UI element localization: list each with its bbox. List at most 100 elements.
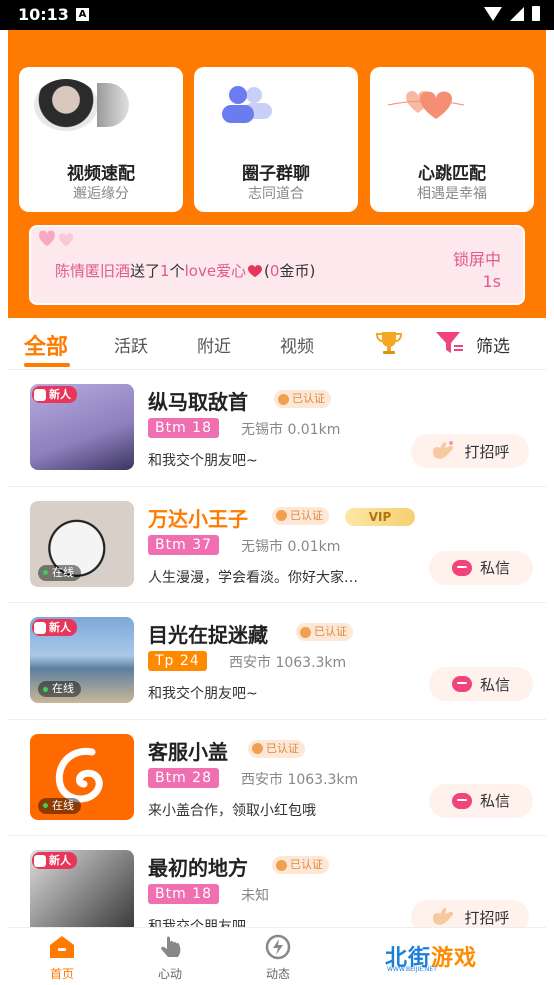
- card-title: 圈子群聊: [242, 164, 310, 184]
- card-subtitle: 相遇是幸福: [417, 186, 487, 202]
- list-item[interactable]: 在线 客服小盖 已认证 Btm 28 西安市 1063.3km 来小盖合作，领取…: [8, 719, 546, 836]
- card-subtitle: 志同道合: [248, 186, 304, 202]
- user-name: 客服小盖: [148, 739, 228, 764]
- nav-moments-label: 动态: [265, 967, 290, 981]
- love-gift-icon: [248, 265, 263, 277]
- trophy-icon[interactable]: [374, 330, 404, 356]
- nav-heart[interactable]: 心动: [140, 934, 200, 982]
- online-dot-icon: [43, 686, 48, 692]
- verified-icon: [300, 626, 311, 638]
- group-chat-card[interactable]: 圈子群聊 志同道合: [194, 67, 358, 212]
- signal-icon: [510, 6, 524, 21]
- verified-label: 已认证: [314, 625, 347, 638]
- message-icon: [451, 676, 472, 692]
- user-name: 纵马取敌首: [148, 390, 248, 414]
- hearts-icon: [387, 91, 465, 119]
- online-dot-icon: [43, 570, 48, 575]
- user-tag: Btm 18: [148, 418, 219, 438]
- user-location: 无锡市 0.01km: [241, 422, 341, 438]
- new-badge-label: 新人: [49, 854, 71, 867]
- system-icons: [484, 6, 540, 21]
- verified-badge: 已认证: [274, 390, 331, 408]
- user-photo: 在线: [30, 733, 134, 820]
- message-label: 私信: [479, 792, 510, 810]
- verified-badge: 已认证: [272, 856, 329, 874]
- verified-badge: 已认证: [272, 506, 329, 525]
- user-photo: 在线: [30, 500, 134, 587]
- verified-label: 已认证: [266, 741, 299, 755]
- user-bio: 来小盖合作，领取小红包哦: [148, 802, 316, 819]
- avatar: [34, 79, 98, 131]
- user-tag: Btm 28: [148, 767, 219, 788]
- gift-sender: 陈情匿旧酒: [55, 262, 131, 280]
- message-button[interactable]: 私信: [429, 783, 533, 818]
- user-location: 西安市 1063.3km: [241, 771, 359, 788]
- message-icon: [451, 792, 472, 809]
- tab-video[interactable]: 视频: [280, 332, 314, 357]
- message-label: 私信: [479, 559, 510, 577]
- lock-status: 锁屏中 1s: [453, 249, 501, 293]
- header-panel: 视频速配 邂逅缘分 圈子群聊 志同道合 心跳匹配 相遇是幸福 陈情匿旧酒送了1个…: [8, 30, 546, 318]
- watermark-logo: 北街游戏 WWW.BEIJIE.NET: [385, 936, 525, 976]
- people-icon: [222, 86, 272, 123]
- vip-badge: VIP: [345, 507, 415, 526]
- lock-countdown: 1s: [482, 272, 501, 291]
- filter-icon[interactable]: [434, 330, 464, 356]
- tab-all[interactable]: 全部: [24, 329, 68, 361]
- online-label: 在线: [52, 798, 74, 812]
- online-badge: 在线: [38, 797, 81, 814]
- online-badge: 在线: [38, 564, 81, 581]
- greet-button[interactable]: 打招呼: [411, 434, 529, 468]
- user-location: 西安市 1063.3km: [229, 655, 347, 671]
- new-badge-icon: [34, 854, 46, 867]
- greet-label: 打招呼: [464, 908, 510, 927]
- gift-sent-label: 送了: [130, 262, 161, 280]
- list-item[interactable]: 在线 万达小王子 已认证 VIP Btm 37 无锡市 0.01km 人生漫漫，…: [8, 486, 546, 603]
- wave-hand-icon: [433, 907, 454, 925]
- filter-label[interactable]: 筛选: [476, 332, 510, 357]
- user-name: 目光在捉迷藏: [148, 623, 268, 647]
- lightning-icon: [265, 934, 291, 960]
- online-label: 在线: [52, 565, 74, 579]
- user-location: 未知: [241, 888, 269, 904]
- new-badge: 新人: [32, 619, 77, 636]
- home-icon: [50, 936, 74, 958]
- gift-coin-label: 金币): [279, 262, 316, 280]
- user-bio: 和我交个朋友吧~: [148, 453, 258, 469]
- tab-active[interactable]: 活跃: [114, 332, 148, 357]
- lock-label: 锁屏中: [452, 250, 501, 269]
- status-time: 10:13: [18, 5, 69, 24]
- user-tag: Tp 24: [148, 651, 207, 671]
- gift-banner[interactable]: 陈情匿旧酒送了1个love爱心 (0金币) 锁屏中 1s: [29, 225, 525, 305]
- online-label: 在线: [52, 682, 74, 695]
- list-item[interactable]: 新人 在线 目光在捉迷藏 已认证 Tp 24 西安市 1063.3km 和我交个…: [8, 603, 546, 720]
- video-match-card[interactable]: 视频速配 邂逅缘分: [19, 67, 183, 212]
- hearts-decoration-icon: [39, 230, 73, 246]
- online-dot-icon: [43, 803, 48, 808]
- list-item[interactable]: 新人 纵马取敌首 已认证 Btm 18 无锡市 0.01km 和我交个朋友吧~ …: [8, 370, 546, 487]
- verified-icon: [252, 743, 263, 754]
- verified-icon: [278, 393, 289, 405]
- message-icon: [451, 559, 472, 576]
- notification-a-icon: A: [76, 8, 89, 21]
- nav-home[interactable]: 首页: [32, 934, 92, 982]
- user-bio: 和我交个朋友吧~: [148, 686, 258, 702]
- card-title: 心跳匹配: [418, 164, 486, 184]
- tab-nearby[interactable]: 附近: [197, 332, 231, 357]
- heartbeat-match-card[interactable]: 心跳匹配 相遇是幸福: [370, 67, 534, 212]
- user-bio: 人生漫漫，学会看淡。你好大家…: [148, 569, 358, 586]
- message-button[interactable]: 私信: [429, 667, 533, 701]
- message-label: 私信: [479, 675, 510, 694]
- new-badge: 新人: [32, 386, 77, 403]
- user-photo: 新人: [30, 384, 134, 470]
- verified-badge: 已认证: [248, 739, 305, 758]
- new-badge-label: 新人: [49, 621, 71, 634]
- verified-badge: 已认证: [296, 623, 353, 641]
- online-badge: 在线: [38, 681, 81, 697]
- user-name: 万达小王子: [148, 506, 248, 531]
- new-badge-label: 新人: [49, 388, 71, 401]
- avatar: [97, 83, 129, 127]
- message-button[interactable]: 私信: [429, 550, 533, 585]
- nav-moments[interactable]: 动态: [248, 934, 308, 982]
- new-badge: 新人: [32, 852, 77, 869]
